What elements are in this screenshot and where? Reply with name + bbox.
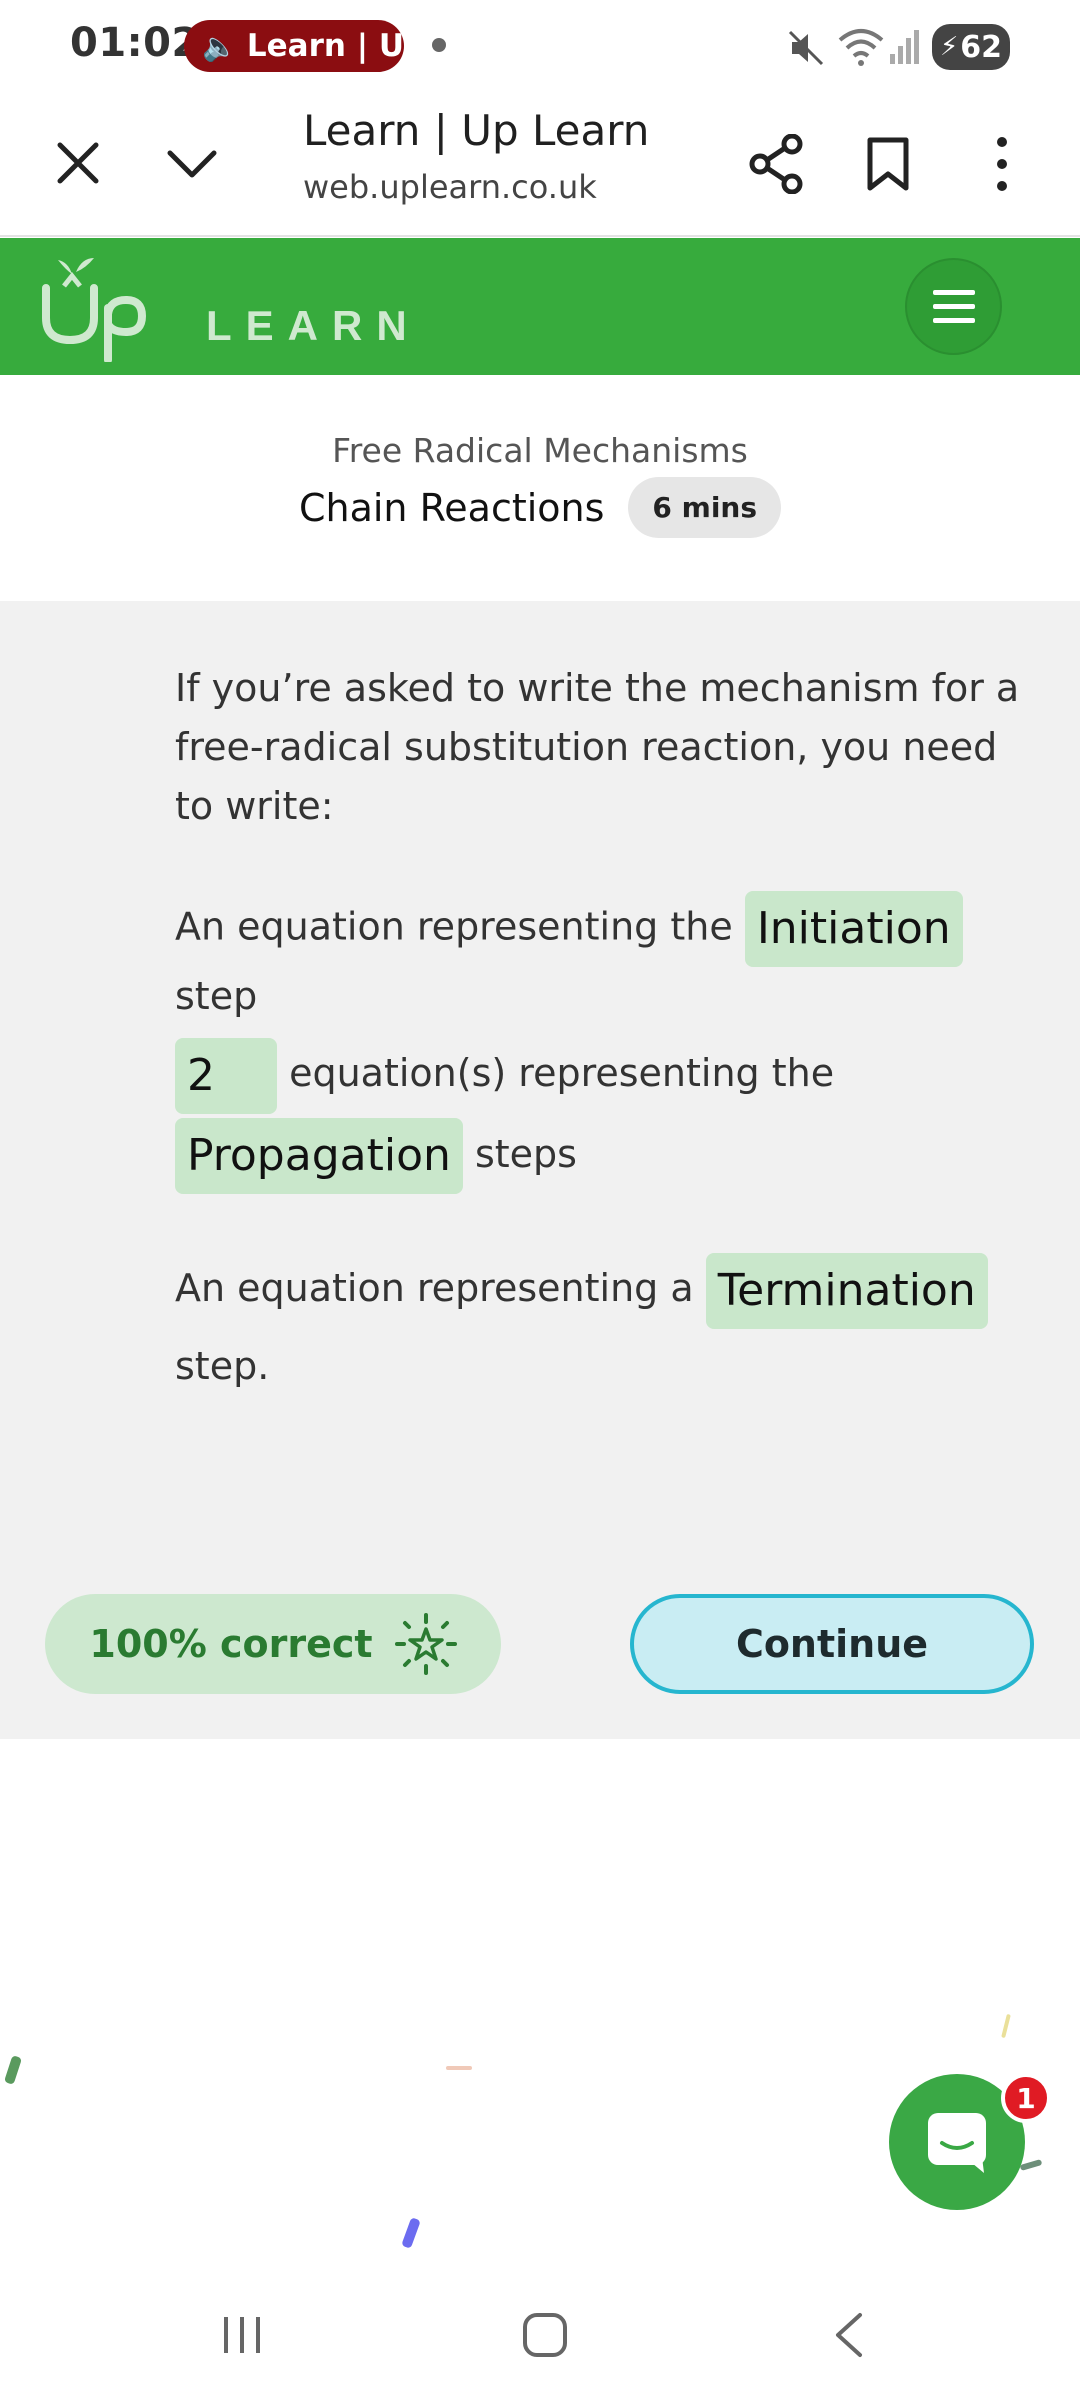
star-burst-icon (394, 1613, 457, 1675)
signal-icon (890, 30, 919, 64)
system-nav-bar (0, 2265, 1080, 2400)
line3-before: An equation representing a (175, 1266, 694, 1310)
speaker-icon: 🔈 (202, 29, 237, 63)
initiation-line: An equation representing the Initiation … (175, 891, 1035, 1026)
continue-button[interactable]: Continue (630, 1594, 1034, 1694)
mute-icon (788, 30, 824, 66)
confetti-piece (446, 2066, 472, 2070)
answer-count[interactable]: 2 (175, 1037, 277, 1114)
line3-after: step. (175, 1343, 270, 1388)
intro-text: If you’re asked to write the mechanism f… (175, 666, 1020, 828)
bookmark-icon[interactable] (852, 128, 924, 200)
site-header: Up LEARN (0, 238, 1080, 375)
uplearn-logo[interactable]: Up LEARN (38, 252, 407, 362)
lesson-duration-badge: 6 mins (628, 477, 782, 538)
answer-propagation[interactable]: Propagation (175, 1118, 463, 1194)
lesson-topic: Free Radical Mechanisms (332, 431, 748, 470)
lesson-header: Free Radical Mechanisms Chain Reactions … (0, 375, 1080, 601)
content-panel: If you’re asked to write the mechanism f… (0, 601, 1080, 1739)
recent-apps-icon[interactable] (202, 2295, 282, 2375)
line2-after: steps (474, 1131, 577, 1176)
answer-termination[interactable]: Termination (705, 1252, 988, 1329)
media-pill-label: Learn | Up (246, 28, 404, 64)
battery-charging-icon: ⚡ 62 (932, 24, 1010, 70)
back-icon[interactable] (808, 2295, 888, 2375)
home-icon[interactable] (505, 2295, 585, 2375)
chat-notification-badge: 1 (1001, 2073, 1051, 2123)
propagation-line: 2 equation(s) representing the Propagati… (175, 1033, 1035, 1194)
battery-level: 62 (960, 29, 1002, 65)
confetti-piece (1001, 2013, 1011, 2039)
chat-icon (928, 2113, 986, 2173)
confetti-piece (1019, 2159, 1043, 2171)
wifi-icon (838, 29, 884, 66)
page-url[interactable]: web.uplearn.co.uk (303, 168, 597, 206)
line1-before: An equation representing the (175, 904, 733, 949)
hamburger-menu-icon[interactable] (905, 258, 1002, 355)
confetti-piece (401, 2217, 421, 2249)
share-icon[interactable] (740, 128, 812, 200)
logo-learn-text: LEARN (206, 302, 421, 349)
page-title[interactable]: Learn | Up Learn (303, 106, 649, 155)
chevron-down-icon[interactable] (156, 127, 228, 199)
confetti-piece (3, 2055, 23, 2085)
answer-initiation[interactable]: Initiation (744, 891, 963, 967)
line1-after: step (175, 974, 258, 1018)
close-icon[interactable] (42, 127, 114, 199)
lesson-title: Chain Reactions (298, 485, 605, 530)
media-pill[interactable]: 🔈 Learn | Up (184, 20, 404, 72)
browser-toolbar: Learn | Up Learn web.uplearn.co.uk (0, 92, 1080, 237)
status-bar: 01:02 🔈 Learn | Up ⚡62 (0, 0, 1080, 92)
status-time: 01:02 (70, 20, 200, 66)
score-badge: 100% correct (45, 1594, 501, 1694)
termination-line: An equation representing a Termination s… (175, 1251, 1035, 1403)
notification-dot (432, 38, 446, 52)
lesson-title-row: Chain Reactions 6 mins (0, 477, 1080, 538)
more-vertical-icon[interactable] (966, 128, 1038, 200)
line2-middle: equation(s) representing the (289, 1051, 835, 1095)
score-text: 100% correct (89, 1622, 373, 1666)
